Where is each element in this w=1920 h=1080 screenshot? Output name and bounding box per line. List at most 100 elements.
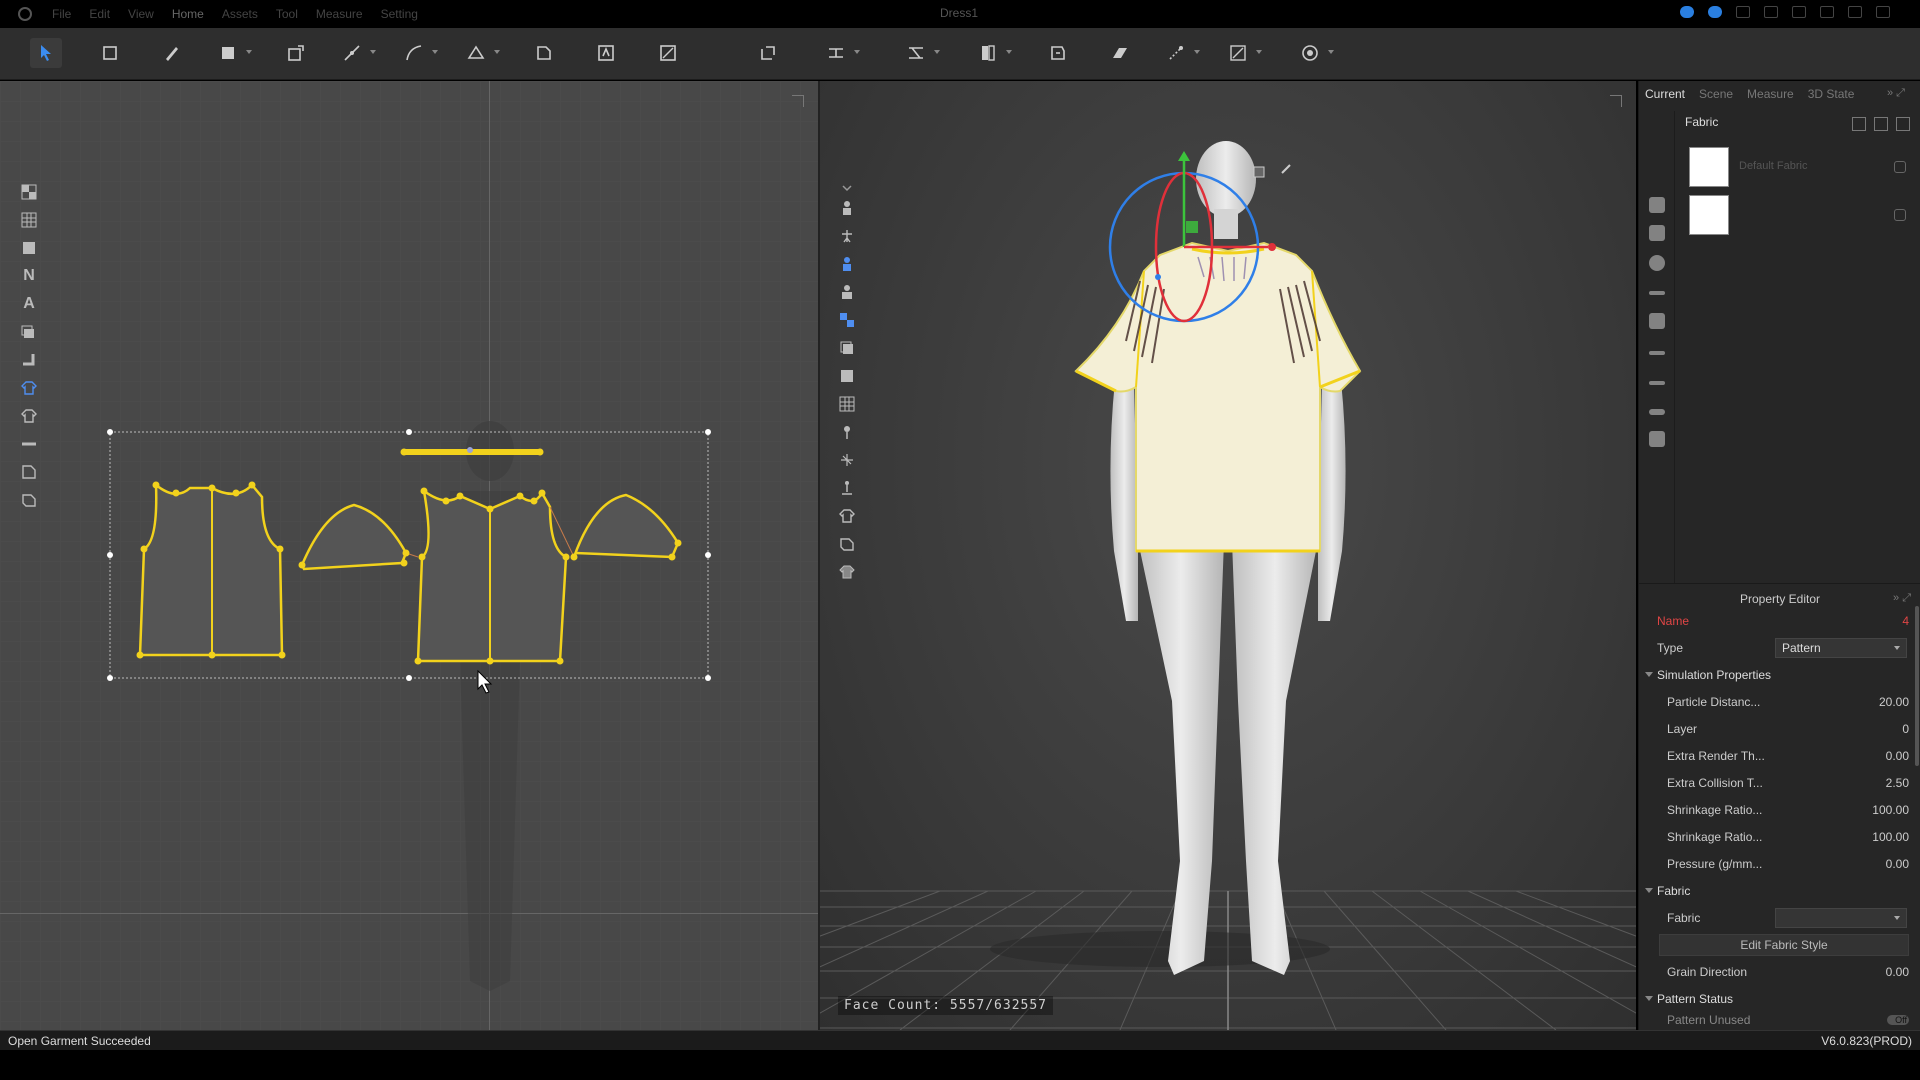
- piping-icon[interactable]: [1649, 381, 1665, 385]
- elastic-icon[interactable]: [1649, 409, 1665, 415]
- viewport-scene[interactable]: [820, 81, 1636, 1030]
- internal-shape-button[interactable]: [280, 38, 312, 68]
- segment-sewing-button[interactable]: [820, 38, 860, 68]
- binding-icon[interactable]: [1649, 351, 1665, 355]
- menu-setting[interactable]: Setting: [381, 7, 418, 21]
- mouse-cursor-icon: [477, 669, 493, 694]
- pattern-piece-sleeve-left[interactable]: [300, 503, 408, 571]
- property-value[interactable]: 2.50: [1886, 776, 1909, 790]
- fabric-icon[interactable]: [1649, 197, 1665, 213]
- chevron-down-icon: [1645, 672, 1653, 677]
- buttonhole-icon[interactable]: [1649, 255, 1665, 271]
- fabric-settings-icon[interactable]: [1894, 209, 1906, 221]
- avatar-item-icon[interactable]: [1649, 431, 1665, 447]
- add-fabric-icon[interactable]: [1852, 117, 1866, 131]
- notch-tool-button[interactable]: [590, 38, 622, 68]
- property-value[interactable]: 0: [1902, 722, 1909, 736]
- simulation-icon: [1302, 45, 1318, 61]
- tab-current[interactable]: Current: [1645, 87, 1685, 101]
- property-row: Shrinkage Ratio... 100.00: [1639, 797, 1920, 823]
- pattern-2d-window[interactable]: N A: [0, 81, 818, 1030]
- bounding-box-icon: [103, 46, 117, 60]
- type-label: Type: [1657, 641, 1684, 655]
- cloud-icon[interactable]: [1708, 6, 1722, 18]
- menu-measure[interactable]: Measure: [316, 7, 363, 21]
- layout-1-icon[interactable]: [1736, 6, 1750, 18]
- rectangle-icon: [222, 47, 234, 59]
- fabric-settings-icon[interactable]: [1894, 161, 1906, 173]
- minimize-icon[interactable]: [1848, 6, 1862, 18]
- property-value[interactable]: 0.00: [1886, 857, 1909, 871]
- topstitch-icon[interactable]: [1649, 291, 1665, 295]
- edit-fabric-style-button[interactable]: Edit Fabric Style: [1659, 934, 1909, 956]
- name-value[interactable]: 4: [1902, 614, 1909, 628]
- simulation-button[interactable]: [1294, 38, 1334, 68]
- list-view-icon[interactable]: [1896, 117, 1910, 131]
- menu-view[interactable]: View: [128, 7, 154, 21]
- property-row-fabric: Fabric: [1639, 905, 1920, 931]
- curve-icon: [406, 45, 422, 61]
- mirror-tool-button[interactable]: [752, 38, 784, 68]
- face-count-label: Face Count: 5557/632557: [838, 996, 1054, 1015]
- pencil-tool-button[interactable]: [156, 38, 188, 68]
- rectangle-tool-button[interactable]: [212, 38, 252, 68]
- type-select-value: Pattern: [1782, 641, 1821, 655]
- property-editor-expand-icon[interactable]: » ⤢: [1893, 592, 1911, 605]
- layout-2-icon[interactable]: [1764, 6, 1778, 18]
- menu-tool[interactable]: Tool: [276, 7, 298, 21]
- menu-home[interactable]: Home: [172, 7, 204, 21]
- type-select[interactable]: Pattern: [1775, 638, 1907, 658]
- property-value[interactable]: 100.00: [1872, 830, 1909, 844]
- menu-edit[interactable]: Edit: [89, 7, 110, 21]
- fabric-select[interactable]: [1775, 908, 1907, 928]
- property-value[interactable]: 20.00: [1879, 695, 1909, 709]
- grain-direction-value[interactable]: 0.00: [1886, 965, 1909, 979]
- edit-sewing-button[interactable]: [972, 38, 1012, 68]
- view-2d-icon[interactable]: [1792, 6, 1806, 18]
- library-tabs: Current Scene Measure 3D State » ⤢: [1639, 81, 1920, 107]
- section-fabric[interactable]: Fabric: [1639, 878, 1920, 904]
- panel-expand-icon[interactable]: » ⤢: [1887, 87, 1911, 99]
- edit-curve-button[interactable]: [460, 38, 500, 68]
- shape-edit-icon: [288, 45, 304, 61]
- free-sewing-button[interactable]: [900, 38, 940, 68]
- property-value[interactable]: 0.00: [1886, 749, 1909, 763]
- fabric-swatch[interactable]: [1689, 195, 1729, 235]
- point-tool-button[interactable]: [336, 38, 376, 68]
- curve-tool-button[interactable]: [398, 38, 438, 68]
- tab-measure[interactable]: Measure: [1747, 87, 1794, 101]
- button-icon[interactable]: [1649, 225, 1665, 241]
- zipper-icon[interactable]: [1649, 313, 1665, 329]
- notch-icon: [598, 45, 614, 61]
- transform-tool-button[interactable]: [94, 38, 126, 68]
- dart-tool-button[interactable]: [528, 38, 560, 68]
- pattern-canvas[interactable]: [0, 81, 818, 1030]
- close-icon[interactable]: [1876, 6, 1890, 18]
- viewport-3d-window[interactable]: Face Count: 5557/632557: [820, 81, 1636, 1030]
- seam-allowance-button[interactable]: [652, 38, 684, 68]
- tack-tool-button[interactable]: [1160, 38, 1200, 68]
- name-label: Name: [1657, 614, 1690, 628]
- segment-sewing-icon: [829, 48, 843, 58]
- property-label: Shrinkage Ratio...: [1667, 803, 1763, 817]
- select-tool-button[interactable]: [30, 38, 62, 68]
- property-value[interactable]: 100.00: [1872, 803, 1909, 817]
- tab-3d-state[interactable]: 3D State: [1808, 87, 1855, 101]
- section-simulation[interactable]: Simulation Properties: [1639, 662, 1920, 688]
- view-3d-icon[interactable]: [1820, 6, 1834, 18]
- section-pattern-status[interactable]: Pattern Status: [1639, 986, 1920, 1012]
- measure-tool-button[interactable]: [1222, 38, 1262, 68]
- menu-assets[interactable]: Assets: [222, 7, 258, 21]
- account-icon[interactable]: [1680, 6, 1694, 18]
- pencil-icon: [166, 47, 178, 61]
- layer-tool-button[interactable]: [1104, 38, 1136, 68]
- mirror-icon: [761, 46, 775, 60]
- menu-file[interactable]: File: [52, 7, 71, 21]
- pattern-piece-sleeve-right[interactable]: [572, 493, 680, 559]
- grid-view-icon[interactable]: [1874, 117, 1888, 131]
- fold-tool-button[interactable]: [1042, 38, 1074, 68]
- pattern-piece-front[interactable]: [416, 488, 568, 663]
- tab-scene[interactable]: Scene: [1699, 87, 1733, 101]
- layer-icon: [1113, 48, 1127, 58]
- fabric-swatch[interactable]: [1689, 147, 1729, 187]
